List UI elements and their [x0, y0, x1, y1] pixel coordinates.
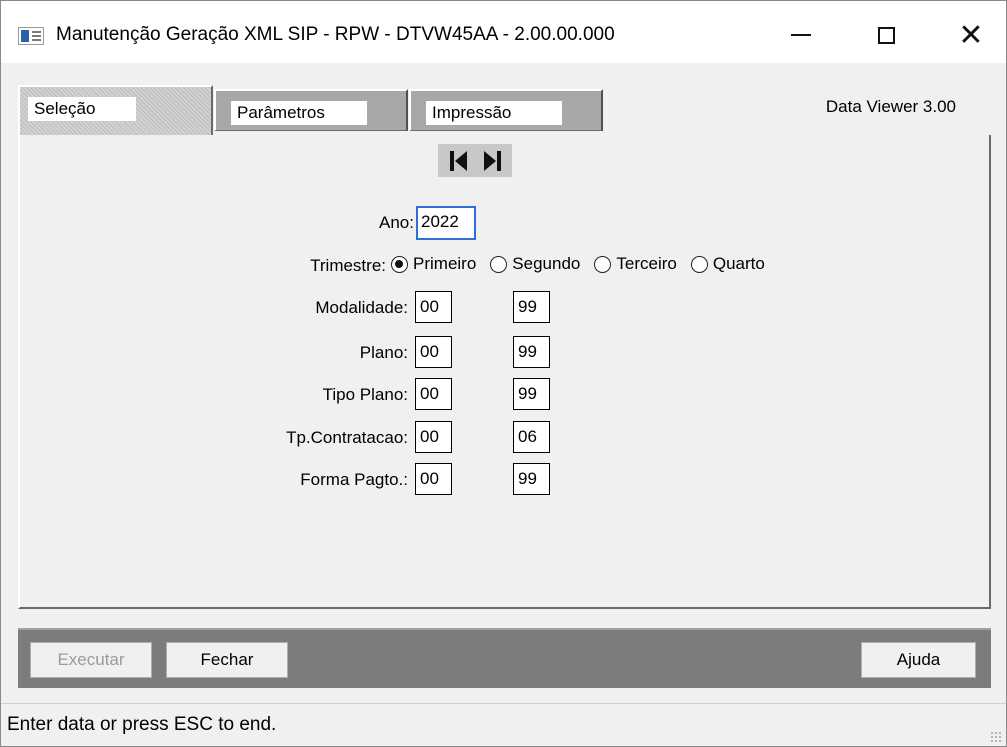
tipo-plano-label: Tipo Plano:: [322, 385, 408, 404]
plano-to-input[interactable]: 99: [513, 336, 550, 368]
tab-impressao-label: Impressão: [426, 101, 562, 125]
radio-quarto[interactable]: Quarto: [690, 254, 765, 274]
window-title: Manutenção Geração XML SIP - RPW - DTVW4…: [56, 24, 615, 45]
forma-pagto-label: Forma Pagto.:: [300, 470, 408, 489]
radio-unchecked-icon: [594, 255, 612, 273]
fechar-button[interactable]: Fechar: [166, 642, 288, 678]
radio-quarto-label: Quarto: [712, 254, 765, 273]
radio-terceiro-label: Terceiro: [616, 254, 677, 273]
plano-from-input[interactable]: 00: [415, 336, 452, 368]
last-record-icon[interactable]: [477, 147, 507, 175]
app-window: Manutenção Geração XML SIP - RPW - DTVW4…: [0, 0, 1007, 747]
radio-segundo-label: Segundo: [512, 254, 581, 273]
close-button[interactable]: ✕: [941, 15, 1001, 55]
modalidade-to-input[interactable]: 99: [513, 291, 550, 323]
tp-contratacao-from-input[interactable]: 00: [415, 421, 452, 453]
forma-pagto-to-input[interactable]: 99: [513, 463, 550, 495]
trimestre-label: Trimestre:: [310, 256, 386, 275]
title-bar: Manutenção Geração XML SIP - RPW - DTVW4…: [1, 1, 1006, 63]
app-icon: [18, 27, 44, 45]
tp-contratacao-label: Tp.Contratacao:: [286, 428, 408, 447]
modalidade-label: Modalidade:: [315, 298, 408, 317]
executar-button[interactable]: Executar: [30, 642, 152, 678]
minimize-button[interactable]: [771, 15, 831, 55]
radio-unchecked-icon: [690, 255, 708, 273]
radio-terceiro[interactable]: Terceiro: [594, 254, 677, 274]
forma-pagto-from-input[interactable]: 00: [415, 463, 452, 495]
radio-primeiro-label: Primeiro: [413, 254, 477, 273]
tipo-plano-to-input[interactable]: 99: [513, 378, 550, 410]
selection-panel: [18, 135, 991, 609]
record-navigator: [438, 144, 512, 177]
data-viewer-version: Data Viewer 3.00: [825, 97, 956, 116]
tp-contratacao-to-input[interactable]: 06: [513, 421, 550, 453]
tab-parametros-label: Parâmetros: [231, 101, 367, 125]
resize-grip-icon[interactable]: [990, 731, 1002, 743]
trimestre-radio-group: Primeiro Segundo Terceiro Quarto: [391, 251, 779, 277]
plano-label: Plano:: [359, 343, 408, 362]
ajuda-button[interactable]: Ajuda: [861, 642, 976, 678]
radio-unchecked-icon: [490, 255, 508, 273]
radio-segundo[interactable]: Segundo: [490, 254, 580, 274]
maximize-button[interactable]: [856, 15, 916, 55]
first-record-icon[interactable]: [443, 147, 473, 175]
tab-parametros[interactable]: Parâmetros: [214, 89, 408, 131]
ano-label: Ano:: [379, 213, 414, 232]
modalidade-from-input[interactable]: 00: [415, 291, 452, 323]
radio-primeiro[interactable]: Primeiro: [391, 254, 476, 274]
tipo-plano-from-input[interactable]: 00: [415, 378, 452, 410]
ano-input[interactable]: 2022: [416, 206, 476, 240]
tab-selecao-label: Seleção: [28, 97, 136, 121]
radio-checked-icon: [391, 255, 408, 273]
tab-selecao[interactable]: Seleção: [18, 85, 213, 137]
button-bar: Executar Fechar Ajuda: [18, 628, 991, 688]
status-bar: Enter data or press ESC to end.: [1, 703, 1006, 746]
tab-impressao[interactable]: Impressão: [409, 89, 603, 131]
status-text: Enter data or press ESC to end.: [7, 714, 277, 735]
